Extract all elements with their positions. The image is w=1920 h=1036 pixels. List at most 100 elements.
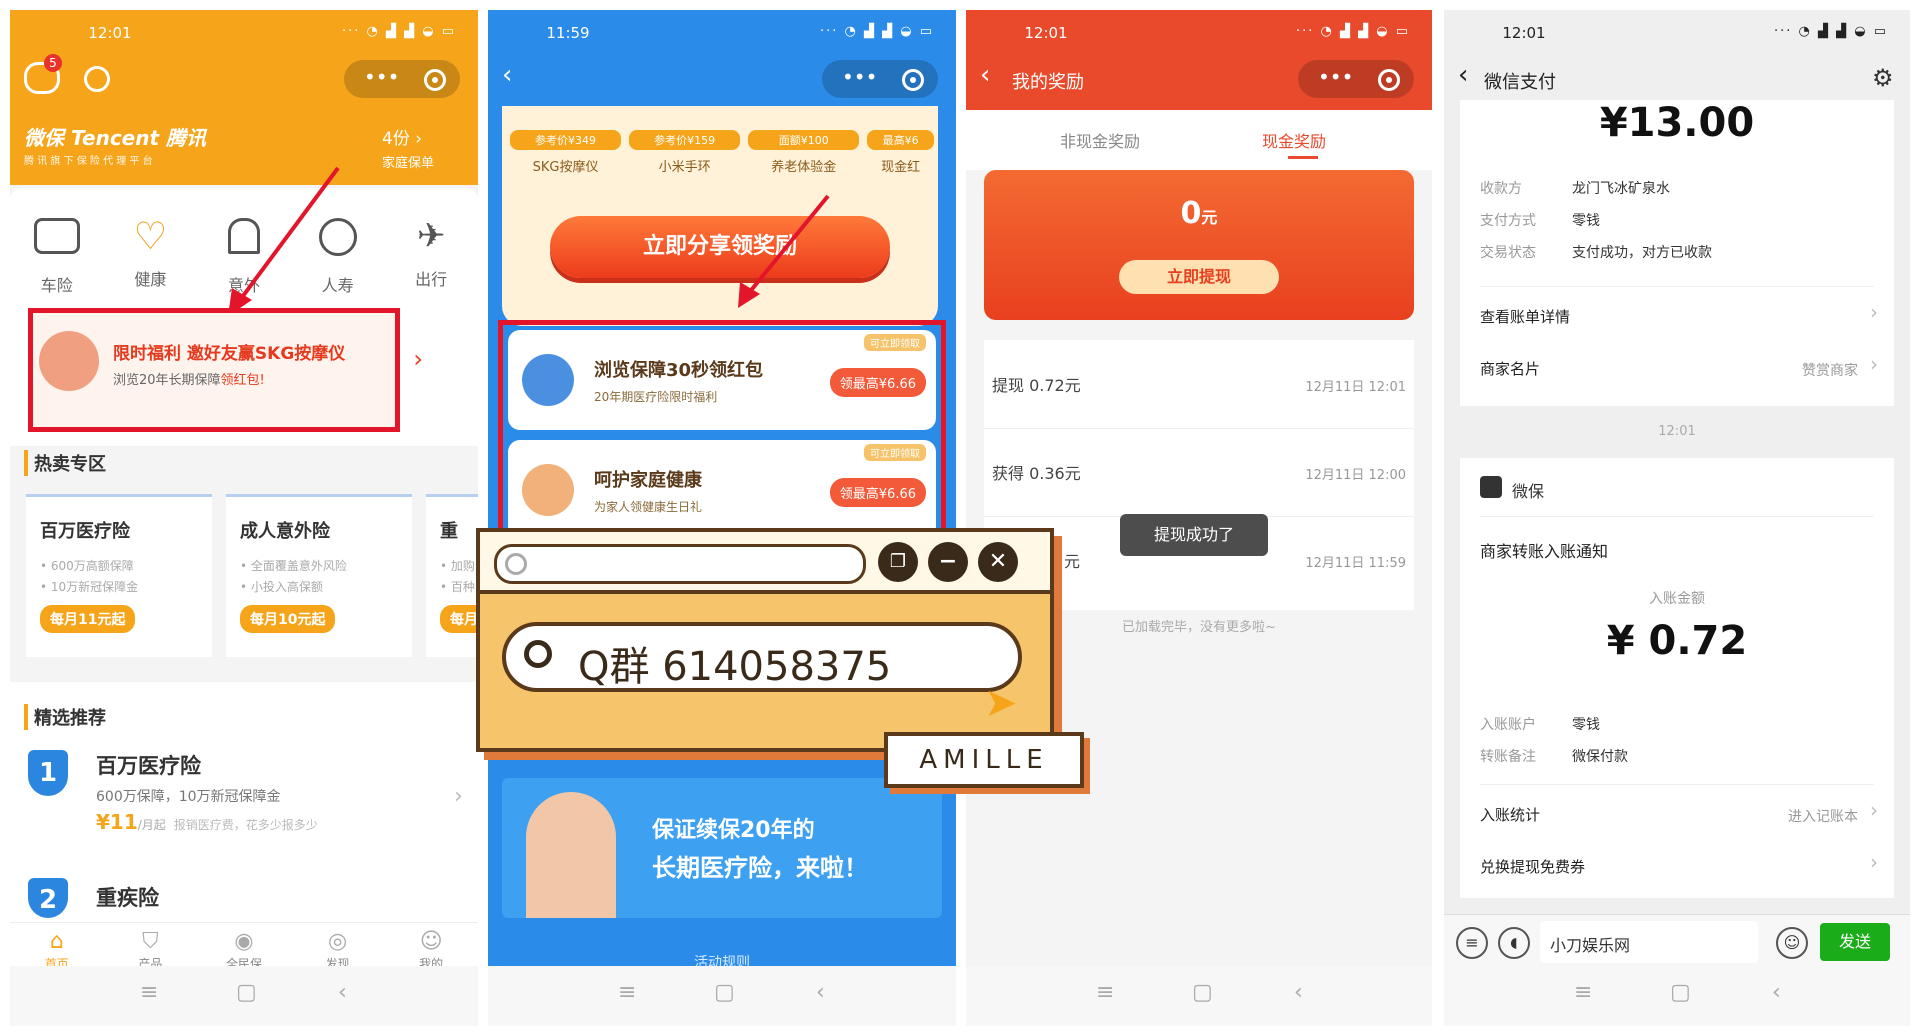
more-icon[interactable]: ••• <box>364 65 399 89</box>
weibao-logo: 微保 Tencent 腾讯 <box>24 126 207 150</box>
square-icon[interactable]: ▢ <box>1670 980 1691 1005</box>
task-badge: 可立即领取 <box>864 334 926 351</box>
task-claim-button[interactable]: 领最高¥6.66 <box>829 478 926 507</box>
close-target-icon[interactable] <box>1378 69 1400 91</box>
category-travel[interactable]: ✈ 出行 <box>384 218 478 308</box>
task-card[interactable]: 浏览保障30秒领红包 20年期医疗险限时福利 可立即领取 领最高¥6.66 <box>508 330 936 430</box>
hot-card[interactable]: 成人意外险 • 全面覆盖意外风险 • 小投入高保额 每月10元起 <box>226 494 412 657</box>
tab-cash[interactable]: 现金奖励 <box>1262 128 1326 152</box>
income-stats-link[interactable]: 入账统计 <box>1480 804 1540 825</box>
category-label: 出行 <box>415 270 448 289</box>
watermark-search-box: Q群 614058375 <box>502 622 1022 692</box>
voice-icon[interactable]: ◖ <box>1498 927 1530 959</box>
watermark-qq-group: Q群 614058375 <box>578 644 892 690</box>
tab-noncash[interactable]: 非现金奖励 <box>1060 128 1140 152</box>
menu-icon[interactable]: ≡ <box>140 980 158 1005</box>
arrow-annotation <box>738 194 830 308</box>
search-icon[interactable] <box>84 66 110 92</box>
plane-icon: ✈ <box>416 216 446 256</box>
category-label: 车险 <box>40 276 73 295</box>
reward-tabs: 非现金奖励 现金奖励 <box>966 110 1432 170</box>
row-key: 交易状态 <box>1480 245 1536 261</box>
ad-banner[interactable]: 保证续保20年的 长期医疗险，来啦！ <box>502 778 942 918</box>
message-input[interactable]: 小刀娱乐网 <box>1540 921 1758 963</box>
menu-icon[interactable]: ≡ <box>1574 980 1592 1005</box>
back-icon[interactable]: ‹ <box>338 980 347 1005</box>
close-target-icon[interactable] <box>424 69 446 91</box>
system-nav-bar: ≡ ▢ ‹ <box>966 966 1432 1026</box>
hot-card-price[interactable]: 每月 <box>440 605 478 633</box>
hot-card-price[interactable]: 每月10元起 <box>240 605 336 633</box>
square-icon[interactable]: ▢ <box>1192 980 1213 1005</box>
back-icon[interactable]: ‹ <box>980 60 990 90</box>
back-icon[interactable]: ‹ <box>502 60 512 90</box>
row-key: 转账备注 <box>1480 749 1536 765</box>
family-policy-count[interactable]: 4份 › <box>382 124 422 149</box>
gear-icon[interactable]: ⚙ <box>1872 64 1894 92</box>
back-icon[interactable]: ‹ <box>1458 60 1468 90</box>
payment-card: ¥13.00 收款方 龙门飞冰矿泉水 支付方式 零钱 交易状态 支付成功，对方已… <box>1460 100 1894 406</box>
row-key: 入账账户 <box>1480 717 1536 733</box>
notice-card: 微保 商家转账入账通知 入账金额 ¥ 0.72 入账账户 零钱 转账备注 微保付… <box>1460 458 1894 898</box>
back-icon[interactable]: ‹ <box>1772 980 1781 1005</box>
ledger-link[interactable]: 进入记账本 <box>1788 806 1858 826</box>
miniprogram-capsule[interactable]: ••• <box>822 60 938 98</box>
row-value: 支付成功，对方已收款 <box>1572 245 1712 261</box>
family-policy-label[interactable]: 家庭保单 <box>382 152 434 171</box>
bill-detail-link[interactable]: 查看账单详情 <box>1480 306 1570 327</box>
send-button[interactable]: 发送 <box>1820 923 1890 961</box>
home-icon: ⌂ <box>49 929 64 954</box>
car-icon <box>33 218 80 254</box>
wechat-pay-screen: 12:01 ··· ◔ ▟ ▟ ◒ ▭ ‹ 微信支付 ⚙ ¥13.00 收款方 … <box>1444 10 1910 1026</box>
menu-icon[interactable]: ≡ <box>1096 980 1114 1005</box>
hot-card-title: 百万医疗险 <box>40 521 130 542</box>
prize-item: 参考价¥159 小米手环 <box>629 130 741 175</box>
square-icon[interactable]: ▢ <box>714 980 735 1005</box>
prize-item: 最高¥6 现金红 <box>867 130 934 175</box>
recommend-item-title[interactable]: 重疾险 <box>96 882 159 912</box>
status-time: 11:59 <box>546 24 590 42</box>
hot-card[interactable]: 重 • 加购 • 百种 每月 <box>426 494 478 657</box>
prize-tag: 参考价¥349 <box>510 130 622 150</box>
merchant-appreciate-link[interactable]: 赞赏商家 <box>1802 360 1858 380</box>
menu-list-icon[interactable]: ≡ <box>1456 927 1488 959</box>
close-target-icon[interactable] <box>902 69 924 91</box>
category-health[interactable]: ♡ 健康 <box>104 217 198 308</box>
menu-icon[interactable]: ≡ <box>618 980 636 1005</box>
recommend-item-desc: 600万保障，10万新冠保障金 <box>96 789 281 805</box>
my-rewards-screen: 12:01 ··· ◔ ▟ ▟ ◒ ▭ ‹ 我的奖励 ••• 非现金奖励 现金奖… <box>966 10 1432 1026</box>
more-icon[interactable]: ••• <box>1318 65 1353 89</box>
more-icon[interactable]: ••• <box>842 65 877 89</box>
recommend-title: 精选推荐 <box>24 704 106 730</box>
shield-icon: ⛉ <box>142 929 159 954</box>
chevron-right-icon: › <box>1870 300 1878 324</box>
promo-banner[interactable]: 限时福利 邀好友赢SKG按摩仪 浏览20年长期保障领红包! › <box>28 308 423 432</box>
withdraw-button[interactable]: 立即提现 <box>1119 260 1279 294</box>
prize-name: 小米手环 <box>658 160 711 175</box>
emoji-icon[interactable]: ☺ <box>1776 927 1808 959</box>
hot-card-price[interactable]: 每月11元起 <box>40 605 136 633</box>
ad-person-image <box>526 792 616 918</box>
merchant-card-link[interactable]: 商家名片 <box>1480 358 1540 379</box>
signal-icons: ··· ◔ ▟ ▟ ◒ ▭ <box>1773 24 1888 39</box>
category-car[interactable]: 车险 <box>10 218 104 308</box>
rank-badge: 1 <box>28 750 68 796</box>
recommend-item-title[interactable]: 百万医疗险 <box>96 750 201 780</box>
square-icon[interactable]: ▢ <box>236 980 257 1005</box>
back-icon[interactable]: ‹ <box>816 980 825 1005</box>
share-reward-button[interactable]: 立即分享领奖励 <box>550 216 890 278</box>
chevron-right-icon[interactable]: › <box>454 784 463 809</box>
rank-badge: 2 <box>28 878 68 918</box>
miniprogram-capsule[interactable]: ••• <box>344 60 460 98</box>
hot-card-title: 成人意外险 <box>240 521 330 542</box>
back-icon[interactable]: ‹ <box>1294 980 1303 1005</box>
chevron-right-icon: › <box>413 345 423 373</box>
miniprogram-capsule[interactable]: ••• <box>1298 60 1414 98</box>
hot-card-title: 重 <box>440 521 458 542</box>
hot-card[interactable]: 百万医疗险 • 600万高额保障 • 10万新冠保障金 每月11元起 <box>26 494 212 657</box>
exchange-coupon-link[interactable]: 兑换提现免费券 <box>1480 856 1585 877</box>
task-card[interactable]: 呵护家庭健康 为家人领健康生日礼 可立即领取 领最高¥6.66 <box>508 440 936 540</box>
record-label: 获得 0.36元 <box>992 464 1081 483</box>
status-bar: 12:01 ··· ◔ ▟ ▟ ◒ ▭ <box>966 10 1432 50</box>
task-claim-button[interactable]: 领最高¥6.66 <box>829 368 926 397</box>
